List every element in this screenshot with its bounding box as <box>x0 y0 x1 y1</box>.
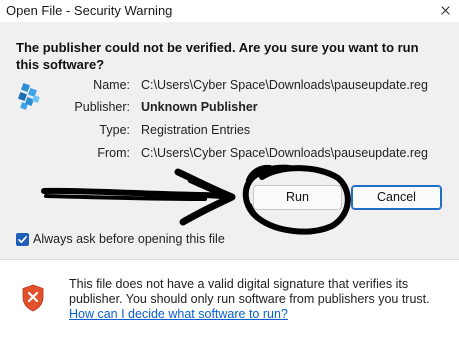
security-question: The publisher could not be verified. Are… <box>16 40 419 72</box>
from-label: From: <box>97 146 130 160</box>
close-icon[interactable] <box>430 0 459 22</box>
warning-pane: This file does not have a valid digital … <box>0 259 459 342</box>
title-bar: Open File - Security Warning <box>0 0 459 22</box>
window-title: Open File - Security Warning <box>6 3 173 18</box>
name-value: C:\Users\Cyber Space\Downloads\pauseupda… <box>141 78 428 92</box>
always-ask-checkbox[interactable] <box>16 233 29 246</box>
shield-warning-icon <box>22 284 44 312</box>
name-label: Name: <box>93 78 130 92</box>
type-label: Type: <box>99 123 130 137</box>
warning-message: This file does not have a valid digital … <box>69 277 430 306</box>
help-link[interactable]: How can I decide what software to run? <box>69 307 288 321</box>
from-value: C:\Users\Cyber Space\Downloads\pauseupda… <box>141 146 428 160</box>
cancel-button[interactable]: Cancel <box>351 185 442 210</box>
run-button[interactable]: Run <box>253 185 342 210</box>
publisher-value: Unknown Publisher <box>141 100 258 114</box>
checkmark-icon <box>18 236 27 243</box>
publisher-label: Publisher: <box>74 100 130 114</box>
always-ask-label: Always ask before opening this file <box>33 232 225 246</box>
type-value: Registration Entries <box>141 123 251 137</box>
